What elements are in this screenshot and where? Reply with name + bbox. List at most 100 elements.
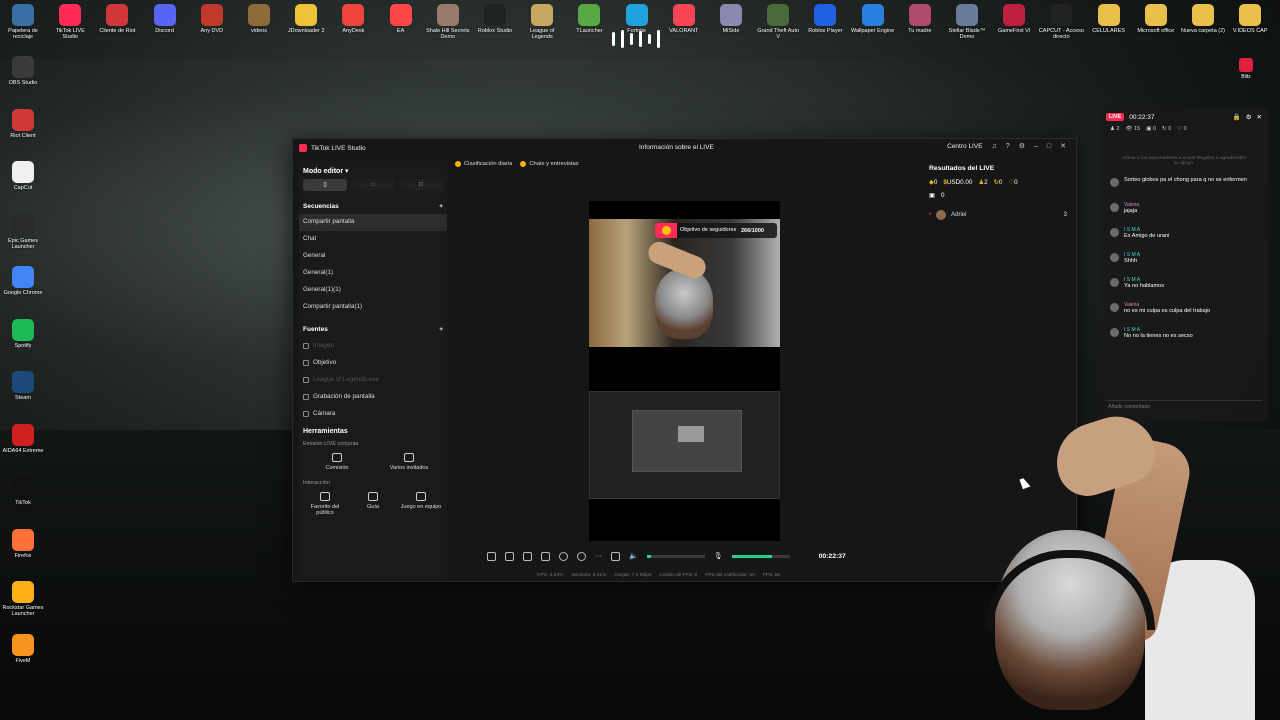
source-item[interactable]: League of Legends.exe	[299, 371, 447, 388]
tool-button[interactable]: Favorito del público	[302, 491, 348, 517]
checkbox-icon[interactable]	[303, 410, 309, 417]
desktop-icon[interactable]: videos	[236, 4, 282, 34]
desktop-icon[interactable]: Steam	[0, 371, 46, 401]
desktop-icon[interactable]: Tu madre	[897, 4, 943, 34]
desktop-icon[interactable]: AnyDesk	[330, 4, 376, 34]
desktop-icon[interactable]: Spotify	[0, 318, 46, 349]
settings-sliders-icon[interactable]	[611, 551, 620, 561]
scene-item[interactable]: General	[299, 248, 447, 265]
tool-button[interactable]: Guía	[350, 491, 396, 517]
scene-item[interactable]: General(1)	[299, 265, 447, 282]
mode-selector[interactable]: Modo editor ▾	[299, 161, 447, 179]
tool-button[interactable]: Comisión	[314, 453, 360, 472]
desktop-icon[interactable]: GameFirst VI	[991, 4, 1037, 34]
checkbox-icon[interactable]	[303, 359, 309, 366]
desktop-icon[interactable]: Any DVD	[189, 4, 235, 34]
desktop-icon[interactable]: Microsoft office	[1133, 4, 1179, 34]
phone-icon[interactable]	[541, 551, 550, 561]
scene-item[interactable]: General(1)(1)	[299, 282, 447, 299]
tool-button[interactable]: Juego en equipo	[398, 491, 444, 517]
checkbox-icon[interactable]	[303, 393, 309, 400]
scene-item[interactable]: Compartir pantalla(1)	[299, 299, 447, 316]
desktop-icon[interactable]: Epic Games Launcher	[0, 213, 46, 251]
desktop-icon[interactable]: V.IDEOS CAP	[1227, 4, 1273, 34]
chat-message: I S M A No no la tienes no es secso	[1100, 324, 1268, 349]
desktop-icon[interactable]: CELULARES	[1086, 4, 1132, 34]
magic-tool-icon[interactable]	[487, 551, 496, 561]
scene-item[interactable]: Chat	[299, 231, 447, 248]
microphone-icon[interactable]: 🎙	[714, 552, 723, 560]
desktop-icon[interactable]: League of Legends	[519, 4, 565, 41]
tab-chip[interactable]: Chats y entrevistas	[520, 161, 579, 167]
app-icon	[12, 581, 34, 603]
checkbox-icon[interactable]	[303, 342, 309, 349]
desktop-icon[interactable]: TLauncher	[566, 4, 612, 34]
speaker-volume-slider[interactable]	[646, 554, 705, 558]
desktop-icon-label: Any DVD	[200, 28, 224, 34]
microphone-volume-slider[interactable]	[731, 554, 790, 558]
desktop-icon[interactable]: Wallpaper Engine	[850, 4, 896, 34]
help-icon[interactable]: ?	[1006, 143, 1010, 150]
desktop-icon[interactable]: Grand Theft Auto V	[755, 4, 801, 41]
preview-canvas[interactable]: Objetivo de seguidores 266/1000	[589, 201, 780, 541]
tool-button[interactable]: Varios invitados	[386, 453, 432, 472]
source-item[interactable]: Imagen	[299, 337, 447, 354]
tab-chip[interactable]: Clasificación diaria	[455, 161, 512, 167]
fit-icon[interactable]	[523, 551, 532, 561]
settings-icon[interactable]: ⚙	[1246, 113, 1252, 121]
source-item[interactable]: Cámara	[299, 405, 447, 422]
more-icon[interactable]: ···	[595, 553, 602, 560]
desktop-icon[interactable]: Roblox Player	[802, 4, 848, 34]
desktop-icon[interactable]: EA	[378, 4, 424, 34]
gear-icon[interactable]: ⚙	[1019, 142, 1025, 150]
desktop-icon-label: TLauncher	[576, 28, 603, 34]
rank-icon: •	[929, 212, 932, 218]
desktop-icon[interactable]: CapCut	[0, 161, 46, 191]
desktop-icon[interactable]: Rockstar Games Launcher	[0, 581, 46, 618]
layers-icon[interactable]	[505, 551, 514, 561]
vertical-layout-button[interactable]: ▯	[303, 179, 347, 191]
minimize-button[interactable]: –	[1034, 143, 1038, 150]
desktop-icon-blitz[interactable]: Blitz	[1234, 58, 1258, 80]
add-source-icon[interactable]: +	[439, 326, 443, 333]
close-button[interactable]: ✕	[1060, 142, 1066, 150]
viewer-row[interactable]: • Adriel 3	[923, 202, 1073, 228]
desktop-icon[interactable]: Google Chrome	[0, 266, 46, 296]
desktop-icon[interactable]: TikTok LIVE Studio	[47, 4, 93, 41]
source-item[interactable]: Grabación de pantalla	[299, 388, 447, 405]
speaker-icon[interactable]: 🔈	[629, 552, 638, 560]
desktop-icon[interactable]: Discord	[142, 4, 188, 34]
app-icon	[106, 4, 129, 26]
desktop-icon[interactable]: Roblox Studio	[472, 4, 518, 34]
desktop-icon[interactable]: OBS Studio	[0, 56, 46, 86]
source-item[interactable]: Objetivo	[299, 354, 447, 371]
checkbox-icon[interactable]	[303, 376, 309, 383]
desktop-icon[interactable]: TikTok	[0, 476, 46, 506]
camera-icon[interactable]	[577, 551, 586, 561]
desktop-icon[interactable]: MiSide	[708, 4, 754, 34]
horizontal-layout-button[interactable]: ▭	[351, 179, 395, 191]
record-icon[interactable]	[559, 551, 568, 561]
app-icon	[12, 633, 34, 656]
desktop-icon[interactable]: Firefox	[0, 528, 46, 559]
close-icon[interactable]: ✕	[1257, 113, 1262, 121]
lock-icon[interactable]: 🔒	[1233, 113, 1241, 121]
live-center-button[interactable]: Centro LIVE	[947, 143, 982, 150]
desktop-icon[interactable]: JDownloader 2	[283, 4, 329, 34]
scene-item[interactable]: Compartir pantalla	[299, 214, 447, 231]
desktop-icon[interactable]: CAPCUT - Acceso directo	[1038, 4, 1084, 41]
desktop-icon[interactable]: AIDA64 Extreme	[0, 423, 46, 454]
desktop-icon[interactable]: Cliente de Riot	[94, 4, 140, 34]
desktop-icon[interactable]: Riot Client	[0, 108, 46, 139]
lock-layout-button[interactable]: ⊡	[399, 179, 443, 191]
app-icon	[531, 4, 554, 26]
maximize-button[interactable]: □	[1047, 143, 1051, 150]
desktop-icon[interactable]: Papelera de reciclaje	[0, 4, 46, 41]
desktop-icon[interactable]: FiveM	[0, 633, 46, 664]
desktop-icon[interactable]: Stellar Blade™ Demo	[944, 4, 990, 41]
add-scene-icon[interactable]: +	[439, 203, 443, 210]
desktop-icon[interactable]: Shale Hill Secrets Demo	[425, 4, 471, 41]
desktop-icon[interactable]: Nueva carpeta (2)	[1180, 4, 1226, 34]
bell-icon[interactable]: ♫	[992, 143, 997, 150]
live-info-button[interactable]: Información sobre el LIVE	[639, 144, 714, 151]
